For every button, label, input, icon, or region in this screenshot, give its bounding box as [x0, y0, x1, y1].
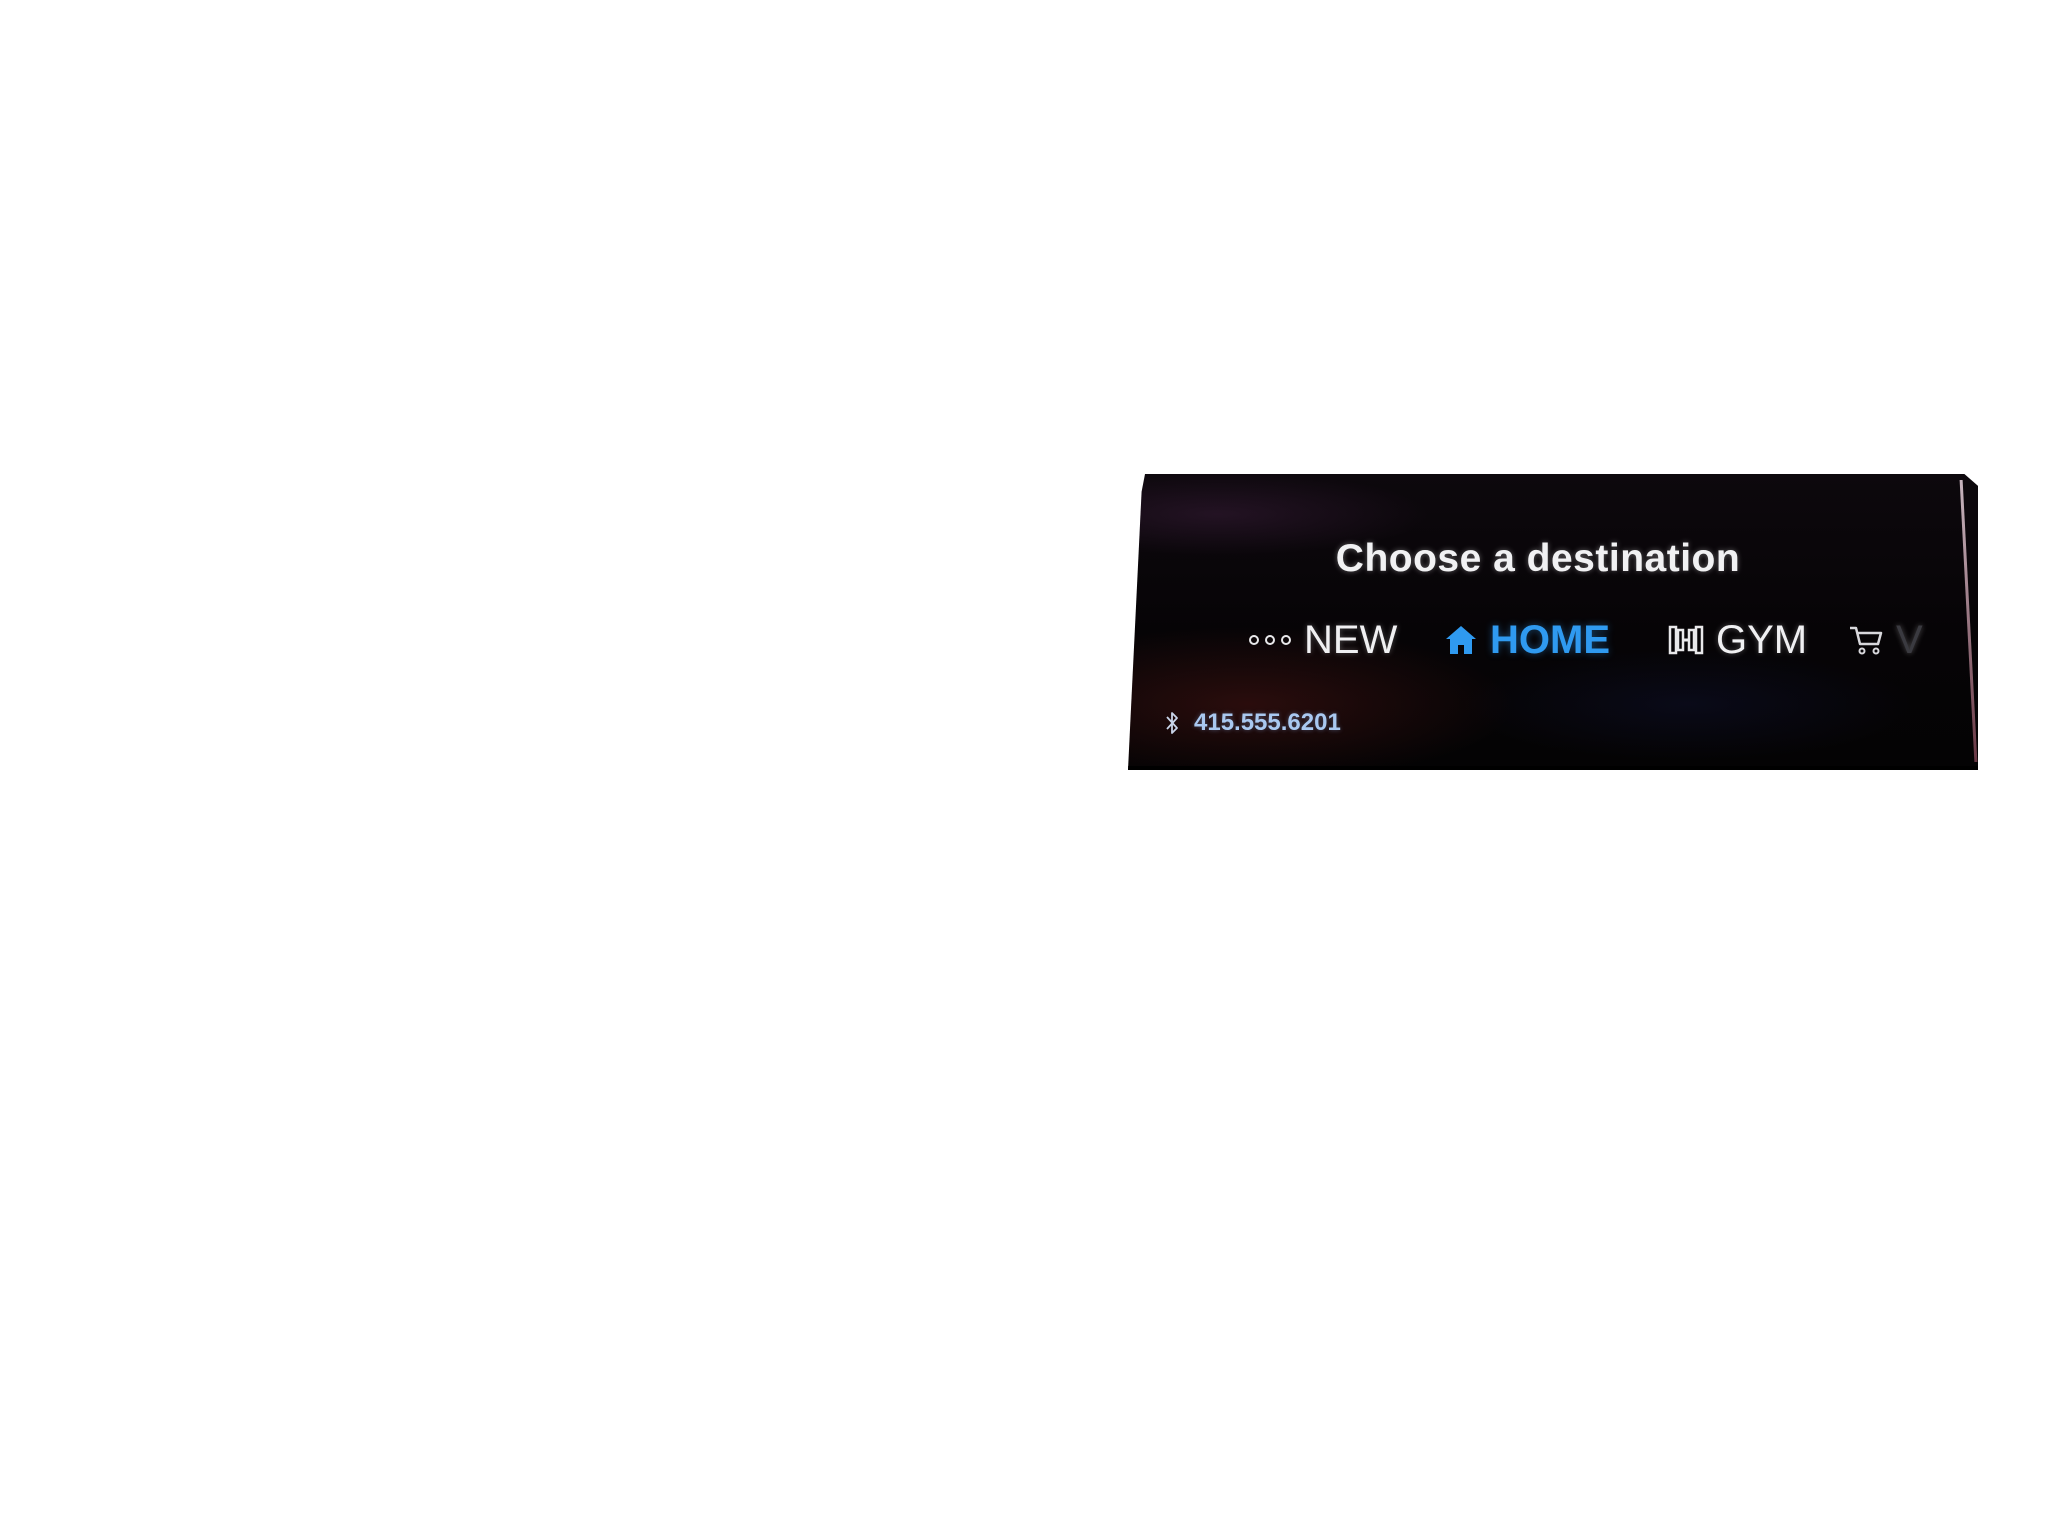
destination-new-label: NEW: [1304, 617, 1398, 662]
shopping-cart-icon: [1848, 624, 1884, 656]
dumbbell-icon: [1668, 624, 1704, 656]
page-background: Choose a destination NEW HOME GYM V 415.…: [0, 0, 2048, 1536]
destination-home-label: HOME: [1490, 617, 1610, 662]
destination-shop[interactable]: V: [1848, 614, 1923, 666]
destination-carousel[interactable]: NEW HOME GYM V: [1248, 614, 1948, 666]
bluetooth-icon: [1164, 709, 1180, 737]
infotainment-display: Choose a destination NEW HOME GYM V 415.…: [1128, 474, 1978, 770]
display-bottom-bezel: [1128, 766, 1978, 770]
destination-shop-label: V: [1896, 617, 1923, 662]
destination-home[interactable]: HOME: [1444, 614, 1610, 666]
destination-gym-label: GYM: [1716, 617, 1808, 662]
home-icon: [1444, 624, 1478, 656]
screen-title: Choose a destination: [1335, 537, 1741, 580]
phone-number: 415.555.6201: [1194, 709, 1341, 736]
destination-gym[interactable]: GYM: [1668, 614, 1807, 666]
more-dots-icon: [1248, 632, 1292, 648]
display-edge-highlight: [1959, 480, 1978, 762]
destination-new[interactable]: NEW: [1248, 614, 1397, 666]
connected-phone: 415.555.6201: [1164, 706, 1341, 740]
